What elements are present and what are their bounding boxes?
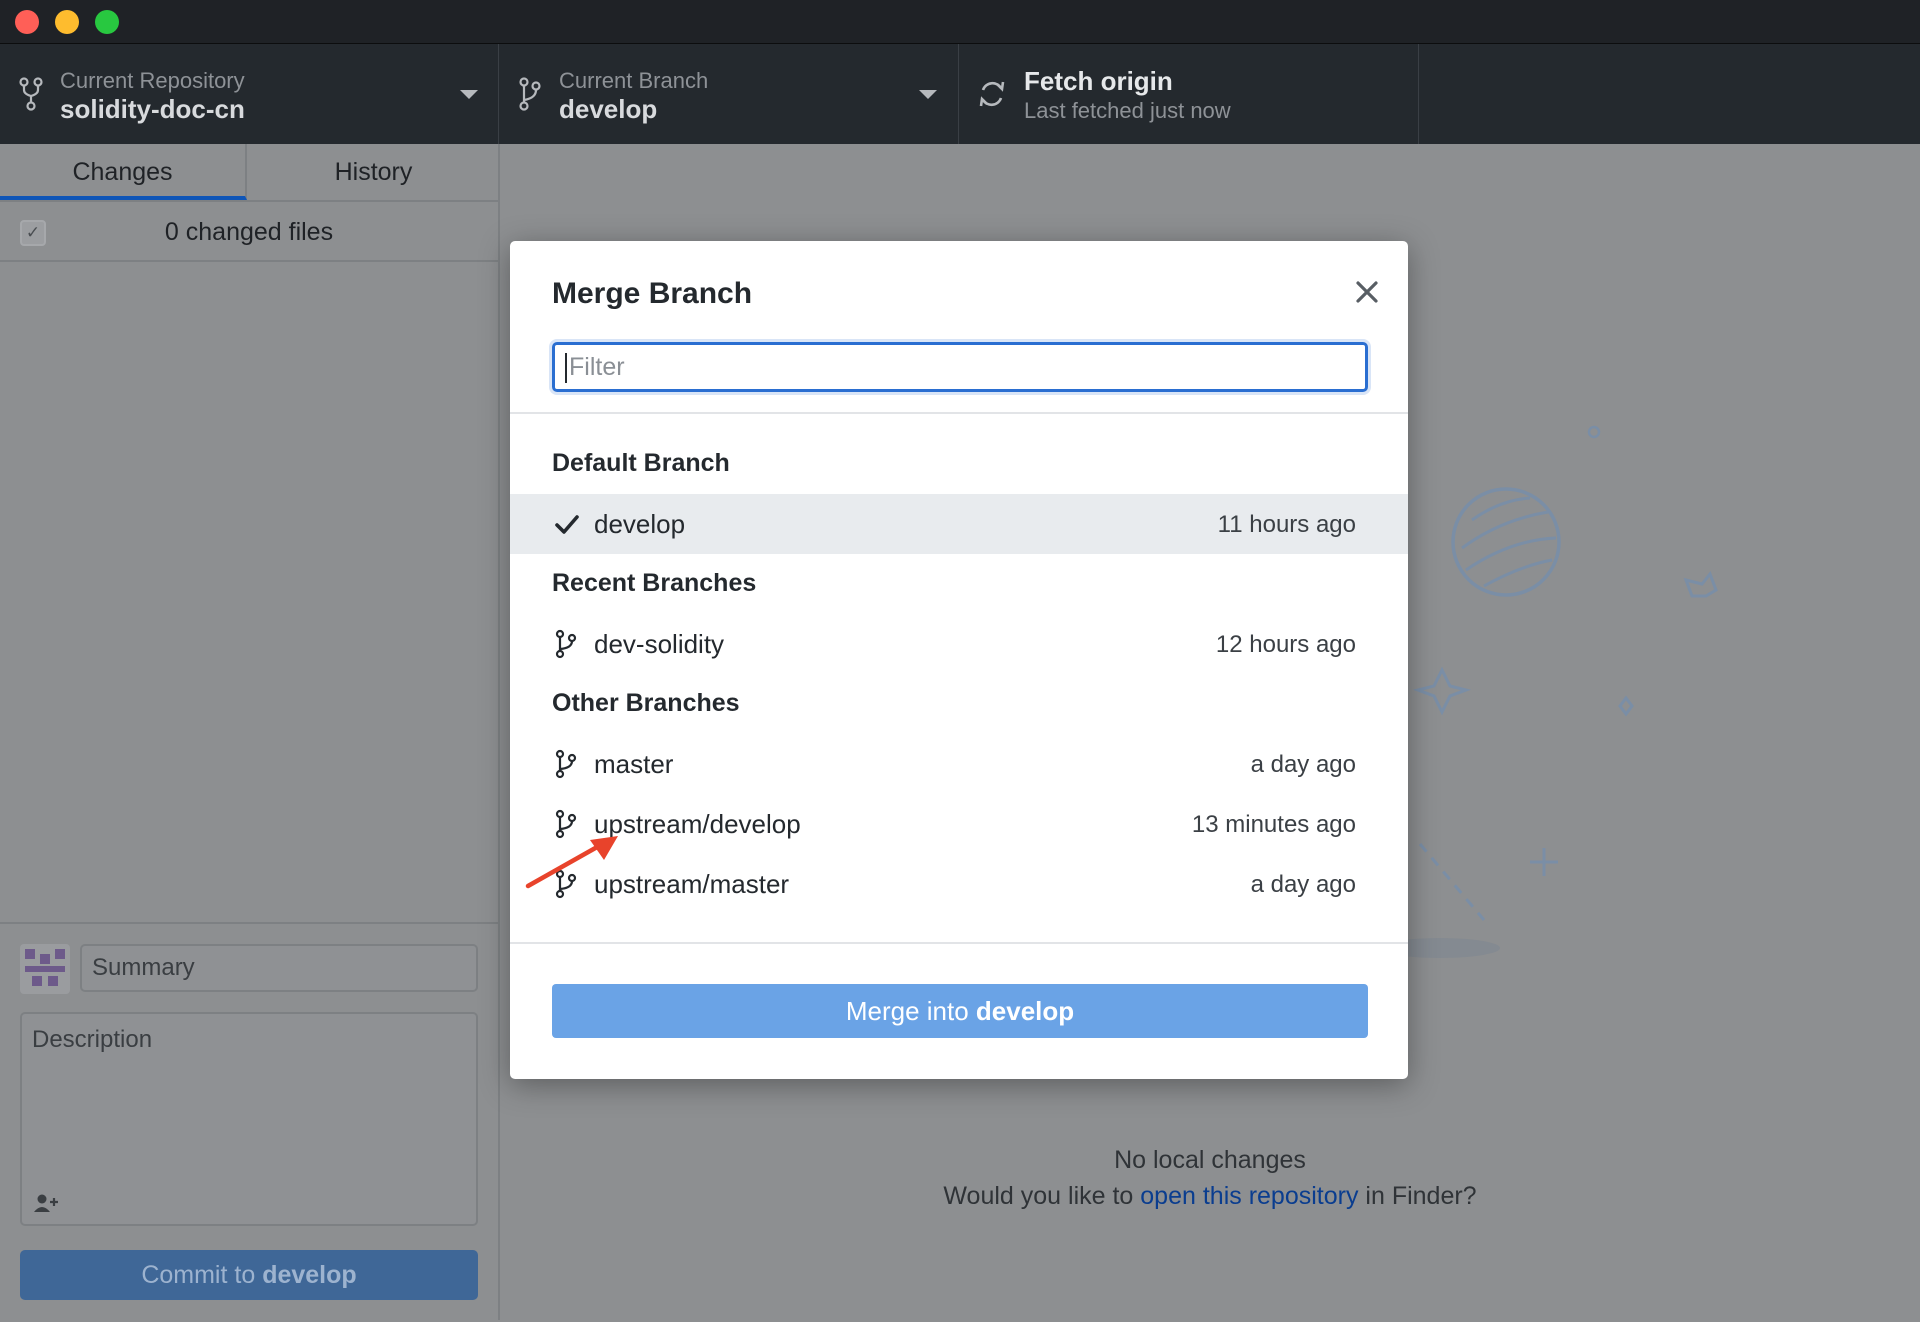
divider xyxy=(510,412,1408,414)
changes-sidebar: Changes History ✓ 0 changed files Summar… xyxy=(0,144,500,1320)
changed-files-count: 0 changed files xyxy=(164,218,334,246)
merge-button-prefix: Merge into xyxy=(845,996,976,1026)
description-input[interactable]: Description xyxy=(20,1012,478,1226)
description-placeholder: Description xyxy=(32,1026,153,1053)
current-branch-label: Current Branch xyxy=(559,68,709,93)
commit-button[interactable]: Commit to develop xyxy=(20,1250,478,1300)
checkmark-icon xyxy=(555,515,579,534)
summary-input[interactable]: Summary xyxy=(80,944,478,992)
branch-item-dev-solidity[interactable]: dev-solidity 12 hours ago xyxy=(510,614,1408,674)
commit-button-prefix: Commit to xyxy=(141,1261,263,1289)
no-changes-title: No local changes xyxy=(1114,1146,1306,1174)
default-branch-heading: Default Branch xyxy=(552,449,730,477)
branch-name: master xyxy=(594,749,674,779)
window-title-bar xyxy=(0,0,1920,44)
changed-files-header: ✓ 0 changed files xyxy=(0,202,498,262)
current-repository-dropdown[interactable]: Current Repository solidity-doc-cn xyxy=(0,44,499,144)
branch-time: 13 minutes ago xyxy=(1191,811,1356,838)
current-branch-name: develop xyxy=(559,94,658,124)
blank-slate-illustration xyxy=(1380,425,1718,958)
dialog-title: Merge Branch xyxy=(552,277,753,310)
current-repository-name: solidity-doc-cn xyxy=(60,94,245,124)
fetch-origin-label: Fetch origin xyxy=(1024,66,1173,96)
finder-prompt-suffix: in Finder? xyxy=(1358,1182,1477,1210)
close-window-button[interactable] xyxy=(15,10,39,34)
commit-form: Summary Description Commit to develop xyxy=(0,922,498,1322)
sidebar-tabs: Changes History xyxy=(0,144,498,202)
repo-icon xyxy=(19,77,43,111)
text-cursor xyxy=(565,353,567,383)
branch-time: a day ago xyxy=(1250,751,1356,778)
branch-time: 11 hours ago xyxy=(1217,511,1356,538)
branch-time: a day ago xyxy=(1250,871,1356,898)
filter-input[interactable]: Filter xyxy=(552,342,1368,392)
filter-placeholder: Filter xyxy=(569,353,625,381)
branch-item-develop[interactable]: develop 11 hours ago xyxy=(510,494,1408,554)
branch-item-upstream-develop[interactable]: upstream/develop 13 minutes ago xyxy=(510,794,1408,854)
branch-item-upstream-master[interactable]: upstream/master a day ago xyxy=(510,854,1408,914)
toolbar: Current Repository solidity-doc-cn Curre… xyxy=(0,44,1920,144)
open-repository-link[interactable]: open this repository xyxy=(1140,1182,1358,1210)
current-repository-label: Current Repository xyxy=(60,68,245,93)
git-branch-icon xyxy=(519,77,541,111)
chevron-down-icon xyxy=(919,90,937,99)
merge-branch-dialog: Merge Branch Filter Default Branch devel… xyxy=(510,241,1408,1079)
branch-time: 12 hours ago xyxy=(1215,631,1356,658)
git-branch-icon xyxy=(555,629,577,659)
avatar xyxy=(20,944,70,994)
tab-history[interactable]: History xyxy=(249,144,498,200)
merge-button-branch: develop xyxy=(975,996,1075,1026)
tab-changes[interactable]: Changes xyxy=(0,144,247,200)
annotation-arrow-icon xyxy=(525,836,618,889)
sync-icon xyxy=(979,81,1005,107)
branch-name: dev-solidity xyxy=(594,629,725,659)
chevron-down-icon xyxy=(460,90,478,99)
finder-prompt-prefix: Would you like to xyxy=(943,1182,1141,1210)
branch-item-master[interactable]: master a day ago xyxy=(510,734,1408,794)
commit-button-branch: develop xyxy=(262,1261,357,1289)
divider xyxy=(510,942,1408,944)
recent-branches-heading: Recent Branches xyxy=(552,569,757,597)
close-icon[interactable] xyxy=(1352,277,1382,307)
current-branch-dropdown[interactable]: Current Branch develop xyxy=(499,44,959,144)
fetch-origin-button[interactable]: Fetch origin Last fetched just now xyxy=(959,44,1419,144)
open-in-finder-prompt: Would you like to open this repository i… xyxy=(500,1182,1920,1211)
fetch-status: Last fetched just now xyxy=(1024,98,1231,123)
merge-button[interactable]: Merge into develop xyxy=(552,984,1368,1038)
minimize-window-button[interactable] xyxy=(55,10,79,34)
other-branches-heading: Other Branches xyxy=(552,689,740,717)
add-coauthor-icon[interactable] xyxy=(32,1192,60,1214)
zoom-window-button[interactable] xyxy=(95,10,119,34)
git-branch-icon xyxy=(555,749,577,779)
branch-name: develop xyxy=(594,509,686,539)
